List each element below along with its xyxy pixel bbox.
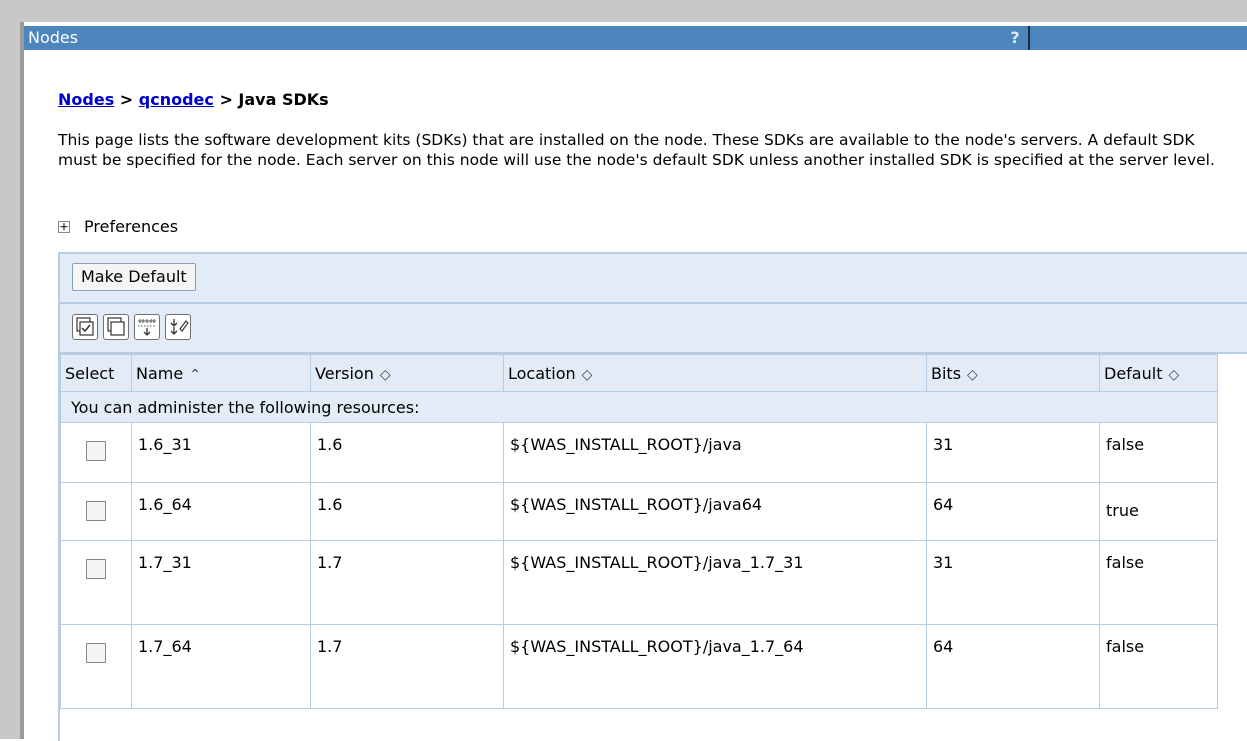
icon-toolbar: [60, 304, 1247, 354]
cell-location: ${WAS_INSTALL_ROOT}/java64: [503, 482, 927, 541]
deselect-all-icon[interactable]: [103, 314, 129, 340]
table-header-row: Select Name ⌃ Version ◇ Location ◇ Bits ◇ De…: [60, 354, 1218, 392]
portlet-titlebar: Nodes ?: [24, 26, 1247, 50]
table-row: 1.7_64 1.7 ${WAS_INSTALL_ROOT}/java_1.7_…: [60, 624, 1218, 709]
row-select-cell: [60, 422, 132, 483]
show-filter-icon[interactable]: [134, 314, 160, 340]
cell-name: 1.7_64: [131, 624, 311, 709]
cell-bits: 31: [926, 422, 1100, 483]
cell-location: ${WAS_INSTALL_ROOT}/java_1.7_64: [503, 624, 927, 709]
cell-version: 1.6: [310, 422, 504, 483]
sort-ascending-icon[interactable]: ⌃: [189, 367, 201, 383]
column-header-default[interactable]: Default ◇: [1099, 354, 1218, 392]
column-header-name[interactable]: Name ⌃: [131, 354, 311, 392]
table-row: 1.6_64 1.6 ${WAS_INSTALL_ROOT}/java64 64…: [60, 482, 1218, 541]
cell-location: ${WAS_INSTALL_ROOT}/java_1.7_31: [503, 540, 927, 625]
cell-name: 1.7_31: [131, 540, 311, 625]
cell-name: 1.6_31: [131, 422, 311, 483]
sort-icon[interactable]: ◇: [1168, 367, 1179, 383]
window-frame-left: [0, 0, 20, 739]
row-checkbox[interactable]: [86, 643, 106, 663]
page-description: This page lists the software development…: [58, 131, 1215, 169]
window-frame-left-edge: [20, 22, 24, 739]
cell-default: true: [1099, 482, 1218, 541]
button-bar: Make Default: [60, 254, 1247, 304]
expand-icon[interactable]: +: [58, 220, 70, 233]
row-checkbox[interactable]: [86, 501, 106, 521]
breadcrumb-separator: >: [114, 90, 139, 109]
resources-message-row: You can administer the following resourc…: [60, 391, 1218, 423]
cell-default: false: [1099, 540, 1218, 625]
preferences-label[interactable]: Preferences: [84, 217, 178, 236]
cell-location: ${WAS_INSTALL_ROOT}/java: [503, 422, 927, 483]
row-checkbox[interactable]: [86, 559, 106, 579]
breadcrumb-current: Java SDKs: [238, 90, 329, 109]
column-header-version[interactable]: Version ◇: [310, 354, 504, 392]
row-select-cell: [60, 540, 132, 625]
cell-version: 1.7: [310, 540, 504, 625]
clear-filter-icon[interactable]: [165, 314, 191, 340]
row-select-cell: [60, 482, 132, 541]
column-header-select: Select: [60, 354, 132, 392]
row-select-cell: [60, 624, 132, 709]
window-frame-top: [0, 0, 1247, 22]
sort-icon[interactable]: ◇: [967, 367, 978, 383]
portlet-title: Nodes: [28, 28, 79, 47]
sort-icon[interactable]: ◇: [582, 367, 593, 383]
cell-version: 1.6: [310, 482, 504, 541]
select-all-icon[interactable]: [72, 314, 98, 340]
table-row: 1.7_31 1.7 ${WAS_INSTALL_ROOT}/java_1.7_…: [60, 540, 1218, 625]
breadcrumb-separator: >: [213, 90, 239, 109]
column-header-bits[interactable]: Bits ◇: [926, 354, 1100, 392]
breadcrumb-nodes-link[interactable]: Nodes: [58, 90, 114, 109]
cell-default: false: [1099, 422, 1218, 483]
cell-default: false: [1099, 624, 1218, 709]
sort-icon[interactable]: ◇: [380, 367, 391, 383]
row-checkbox[interactable]: [86, 441, 106, 461]
preferences-toggle[interactable]: + Preferences: [58, 217, 178, 236]
make-default-button[interactable]: Make Default: [72, 263, 196, 291]
sdk-table: Select Name ⌃ Version ◇ Location ◇ Bits ◇ De…: [60, 354, 1247, 709]
cell-bits: 64: [926, 624, 1100, 709]
breadcrumb: Nodes > qcnodec > Java SDKs: [58, 90, 329, 109]
cell-name: 1.6_64: [131, 482, 311, 541]
resources-message: You can administer the following resourc…: [60, 391, 1218, 423]
cell-version: 1.7: [310, 624, 504, 709]
collection-panel: Make Default Select Name ⌃ Version ◇ Loc…: [58, 252, 1247, 741]
cell-bits: 31: [926, 540, 1100, 625]
column-header-location[interactable]: Location ◇: [503, 354, 927, 392]
cell-bits: 64: [926, 482, 1100, 541]
help-button[interactable]: ?: [1002, 26, 1030, 50]
breadcrumb-node-link[interactable]: qcnodec: [139, 90, 214, 109]
table-row: 1.6_31 1.6 ${WAS_INSTALL_ROOT}/java 31 f…: [60, 422, 1218, 483]
